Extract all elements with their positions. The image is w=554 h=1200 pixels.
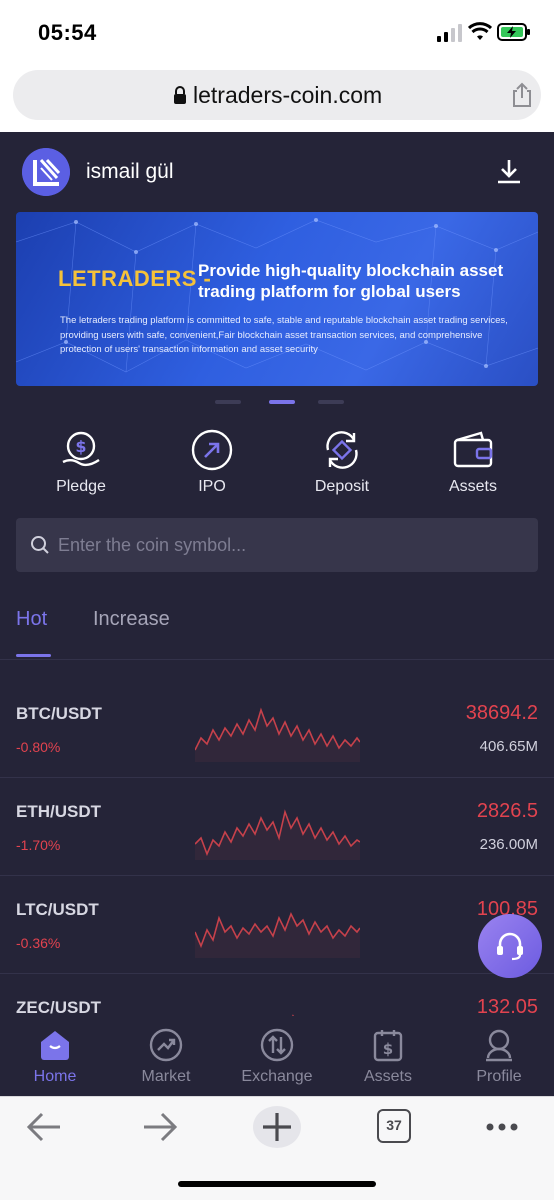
back-icon[interactable] bbox=[22, 1107, 66, 1147]
nav-label: Exchange bbox=[241, 1068, 313, 1085]
pair-name: ETH/USDT bbox=[16, 802, 101, 821]
deposit-refresh-icon bbox=[326, 431, 358, 469]
sparkline-chart bbox=[195, 707, 360, 762]
pledge-dollar-hand-icon: $ bbox=[62, 431, 100, 467]
quick-action-pledge[interactable]: $ Pledge bbox=[16, 426, 146, 506]
app-screen: ismail gül LETRADERS - Provide high-qual… bbox=[0, 132, 554, 1096]
pair-name: LTC/USDT bbox=[16, 900, 99, 919]
change-percent: -1.70% bbox=[16, 837, 61, 853]
coin-search-input[interactable] bbox=[58, 528, 518, 562]
app-header: ismail gül bbox=[0, 132, 554, 210]
forward-icon[interactable] bbox=[138, 1107, 182, 1147]
wifi-icon bbox=[468, 22, 492, 40]
new-tab-icon[interactable] bbox=[252, 1105, 302, 1149]
pair-name: ZEC/USDT bbox=[16, 998, 101, 1017]
home-indicator bbox=[178, 1181, 376, 1187]
nav-exchange[interactable]: Exchange bbox=[222, 1028, 332, 1092]
ipo-arrow-circle-icon bbox=[191, 429, 233, 471]
quick-action-deposit[interactable]: Deposit bbox=[277, 426, 407, 506]
banner-brand: LETRADERS - bbox=[58, 266, 212, 291]
home-icon bbox=[41, 1031, 69, 1060]
exchange-icon bbox=[260, 1028, 294, 1062]
address-bar[interactable]: letraders-coin.com bbox=[13, 70, 541, 120]
quick-action-label: IPO bbox=[198, 478, 226, 495]
quick-action-assets[interactable]: Assets bbox=[408, 426, 538, 506]
headset-icon bbox=[497, 932, 523, 961]
quick-action-label: Deposit bbox=[314, 478, 370, 495]
cellular-signal-icon bbox=[437, 24, 462, 42]
last-price: 2826.5 bbox=[476, 800, 538, 822]
customer-support-button[interactable] bbox=[478, 914, 542, 978]
nav-market[interactable]: Market bbox=[111, 1028, 221, 1092]
carousel-indicator bbox=[0, 400, 554, 406]
coin-search-box[interactable] bbox=[16, 518, 538, 572]
promo-banner[interactable]: LETRADERS - Provide high-quality blockch… bbox=[16, 212, 538, 386]
last-price: 38694.2 bbox=[465, 702, 538, 724]
change-percent: -0.36% bbox=[16, 935, 61, 951]
browser-address-area: letraders-coin.com bbox=[0, 64, 554, 132]
carousel-dot[interactable] bbox=[318, 400, 344, 404]
quick-action-ipo[interactable]: IPO bbox=[147, 426, 277, 506]
active-tab-indicator bbox=[16, 654, 51, 657]
trade-volume: 406.65M bbox=[479, 738, 538, 755]
battery-charging-icon bbox=[497, 23, 530, 41]
svg-text:$: $ bbox=[75, 437, 86, 456]
wallet-icon bbox=[453, 431, 493, 468]
nav-profile[interactable]: Profile bbox=[444, 1028, 554, 1092]
trade-volume: 236.00M bbox=[479, 836, 538, 853]
bottom-navigation: Home Market Exchange $ Assets Profile bbox=[0, 1016, 554, 1096]
quick-action-label: Assets bbox=[448, 478, 497, 495]
market-tabs: Hot Increase bbox=[0, 602, 554, 660]
nav-home[interactable]: Home bbox=[0, 1028, 110, 1092]
market-trend-icon bbox=[149, 1028, 183, 1062]
carousel-dot-active[interactable] bbox=[269, 400, 295, 404]
sparkline-chart bbox=[195, 912, 360, 958]
profile-icon bbox=[486, 1029, 512, 1062]
nav-label: Market bbox=[141, 1068, 191, 1085]
url-text: letraders-coin.com bbox=[193, 82, 383, 108]
tabs-count-button[interactable]: 37 bbox=[377, 1109, 411, 1143]
sparkline-chart bbox=[195, 809, 360, 860]
status-time: 05:54 bbox=[38, 20, 97, 45]
share-icon[interactable] bbox=[510, 82, 534, 108]
tabs-count: 37 bbox=[386, 1117, 402, 1133]
more-options-icon[interactable] bbox=[482, 1107, 526, 1147]
nav-label: Home bbox=[33, 1068, 77, 1085]
browser-toolbar: 37 bbox=[0, 1096, 554, 1200]
lock-icon bbox=[174, 86, 186, 104]
market-row-eth[interactable]: ETH/USDT -1.70% 2826.5 236.00M bbox=[0, 778, 554, 876]
status-bar: 05:54 bbox=[0, 0, 554, 64]
nav-assets[interactable]: $ Assets bbox=[333, 1028, 443, 1092]
assets-clipboard-icon: $ bbox=[373, 1030, 403, 1062]
username: ismail gül bbox=[86, 160, 174, 183]
avatar[interactable] bbox=[22, 148, 70, 196]
change-percent: -0.80% bbox=[16, 739, 61, 755]
banner-tagline: Provide high-quality blockchain asset tr… bbox=[198, 261, 504, 301]
market-row-ltc[interactable]: LTC/USDT -0.36% 100.85 bbox=[0, 876, 554, 974]
carousel-dot[interactable] bbox=[215, 400, 241, 404]
search-icon bbox=[31, 536, 49, 554]
pair-name: BTC/USDT bbox=[16, 704, 102, 723]
banner-description: The letraders trading platform is commit… bbox=[60, 315, 508, 355]
nav-label: Profile bbox=[476, 1068, 522, 1085]
tab-increase[interactable]: Increase bbox=[93, 608, 170, 631]
download-icon[interactable] bbox=[496, 158, 522, 184]
market-row-btc[interactable]: BTC/USDT -0.80% 38694.2 406.65M bbox=[0, 680, 554, 778]
svg-text:$: $ bbox=[383, 1040, 393, 1058]
tab-hot[interactable]: Hot bbox=[16, 608, 47, 631]
nav-label: Assets bbox=[363, 1068, 412, 1085]
quick-action-label: Pledge bbox=[56, 478, 106, 495]
